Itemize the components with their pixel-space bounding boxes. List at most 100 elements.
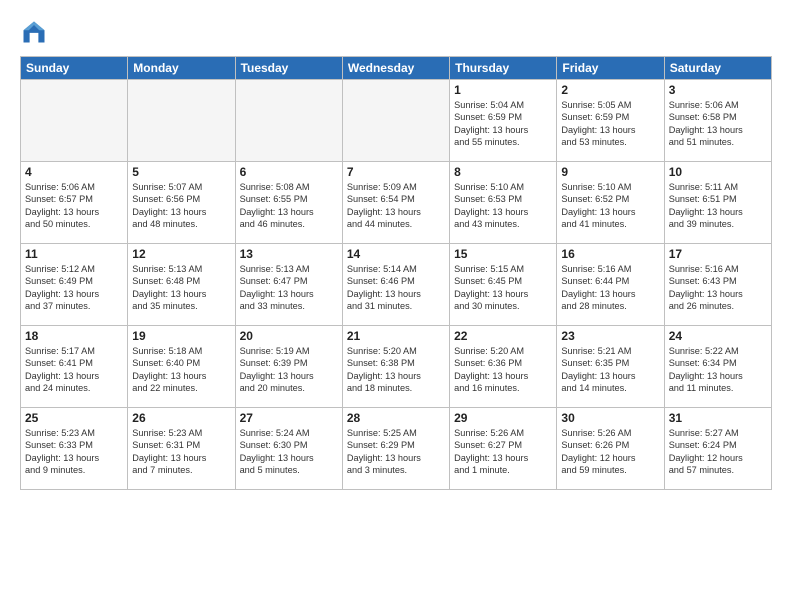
day-number: 3: [669, 83, 767, 97]
calendar-cell: 22Sunrise: 5:20 AMSunset: 6:36 PMDayligh…: [450, 326, 557, 408]
calendar-cell: 19 Sunrise: 5:18 AMSunset: 6:40 PMDayligh…: [128, 326, 235, 408]
calendar-day-header: Sunday: [21, 57, 128, 80]
calendar-week-row: 11Sunrise: 5:12 AMSunset: 6:49 PMDayligh…: [21, 244, 772, 326]
calendar-day-header: Friday: [557, 57, 664, 80]
calendar-cell: 30Sunrise: 5:26 AMSunset: 6:26 PMDayligh…: [557, 408, 664, 490]
cell-content: Sunrise: 5:10 AMSunset: 6:53 PMDaylight:…: [454, 181, 552, 231]
day-number: 24: [669, 329, 767, 343]
calendar: SundayMondayTuesdayWednesdayThursdayFrid…: [20, 56, 772, 490]
day-number: 13: [240, 247, 338, 261]
cell-content: Sunrise: 5:14 AMSunset: 6:46 PMDaylight:…: [347, 263, 445, 313]
day-number: 12: [132, 247, 230, 261]
day-number: 18: [25, 329, 123, 343]
day-number: 20: [240, 329, 338, 343]
calendar-week-row: 18 Sunrise: 5:17 AMSunset: 6:41 PMDayligh…: [21, 326, 772, 408]
cell-content: Sunrise: 5:27 AMSunset: 6:24 PMDaylight:…: [669, 427, 767, 477]
calendar-cell: 18 Sunrise: 5:17 AMSunset: 6:41 PMDayligh…: [21, 326, 128, 408]
day-number: 1: [454, 83, 552, 97]
calendar-cell: 31 Sunrise: 5:27 AMSunset: 6:24 PMDayligh…: [664, 408, 771, 490]
calendar-cell: 7 Sunrise: 5:09 AMSunset: 6:54 PMDaylight…: [342, 162, 449, 244]
cell-content: Sunrise: 5:25 AMSunset: 6:29 PMDaylight:…: [347, 427, 445, 477]
calendar-day-header: Wednesday: [342, 57, 449, 80]
day-number: 16: [561, 247, 659, 261]
day-number: 14: [347, 247, 445, 261]
calendar-cell: 1 Sunrise: 5:04 AMSunset: 6:59 PMDaylight…: [450, 80, 557, 162]
calendar-cell: 8 Sunrise: 5:10 AMSunset: 6:53 PMDaylight…: [450, 162, 557, 244]
day-number: 22: [454, 329, 552, 343]
day-number: 9: [561, 165, 659, 179]
calendar-cell: [342, 80, 449, 162]
cell-content: Sunrise: 5:23 AMSunset: 6:33 PMDaylight:…: [25, 427, 123, 477]
day-number: 25: [25, 411, 123, 425]
calendar-cell: 13Sunrise: 5:13 AMSunset: 6:47 PMDayligh…: [235, 244, 342, 326]
cell-content: Sunrise: 5:16 AMSunset: 6:43 PMDaylight:…: [669, 263, 767, 313]
cell-content: Sunrise: 5:07 AMSunset: 6:56 PMDaylight:…: [132, 181, 230, 231]
calendar-cell: 21 Sunrise: 5:20 AMSunset: 6:38 PMDayligh…: [342, 326, 449, 408]
day-number: 8: [454, 165, 552, 179]
cell-content: Sunrise: 5:17 AMSunset: 6:41 PMDaylight:…: [25, 345, 123, 395]
calendar-day-header: Thursday: [450, 57, 557, 80]
calendar-header-row: SundayMondayTuesdayWednesdayThursdayFrid…: [21, 57, 772, 80]
calendar-cell: [235, 80, 342, 162]
day-number: 19: [132, 329, 230, 343]
cell-content: Sunrise: 5:12 AMSunset: 6:49 PMDaylight:…: [25, 263, 123, 313]
day-number: 21: [347, 329, 445, 343]
calendar-cell: 2Sunrise: 5:05 AMSunset: 6:59 PMDaylight…: [557, 80, 664, 162]
day-number: 4: [25, 165, 123, 179]
logo: [20, 18, 52, 46]
day-number: 7: [347, 165, 445, 179]
cell-content: Sunrise: 5:06 AMSunset: 6:58 PMDaylight:…: [669, 99, 767, 149]
cell-content: Sunrise: 5:11 AMSunset: 6:51 PMDaylight:…: [669, 181, 767, 231]
day-number: 23: [561, 329, 659, 343]
calendar-cell: 16 Sunrise: 5:16 AMSunset: 6:44 PMDayligh…: [557, 244, 664, 326]
calendar-week-row: 1 Sunrise: 5:04 AMSunset: 6:59 PMDaylight…: [21, 80, 772, 162]
calendar-cell: [21, 80, 128, 162]
cell-content: Sunrise: 5:13 AMSunset: 6:48 PMDaylight:…: [132, 263, 230, 313]
day-number: 29: [454, 411, 552, 425]
calendar-cell: 4Sunrise: 5:06 AMSunset: 6:57 PMDaylight…: [21, 162, 128, 244]
calendar-cell: 11Sunrise: 5:12 AMSunset: 6:49 PMDayligh…: [21, 244, 128, 326]
cell-content: Sunrise: 5:20 AMSunset: 6:38 PMDaylight:…: [347, 345, 445, 395]
calendar-cell: 12 Sunrise: 5:13 AMSunset: 6:48 PMDayligh…: [128, 244, 235, 326]
cell-content: Sunrise: 5:26 AMSunset: 6:27 PMDaylight:…: [454, 427, 552, 477]
cell-content: Sunrise: 5:22 AMSunset: 6:34 PMDaylight:…: [669, 345, 767, 395]
cell-content: Sunrise: 5:16 AMSunset: 6:44 PMDaylight:…: [561, 263, 659, 313]
calendar-cell: 25 Sunrise: 5:23 AMSunset: 6:33 PMDayligh…: [21, 408, 128, 490]
cell-content: Sunrise: 5:23 AMSunset: 6:31 PMDaylight:…: [132, 427, 230, 477]
calendar-day-header: Tuesday: [235, 57, 342, 80]
calendar-cell: 15 Sunrise: 5:15 AMSunset: 6:45 PMDayligh…: [450, 244, 557, 326]
logo-icon: [20, 18, 48, 46]
header: [20, 18, 772, 46]
calendar-week-row: 4Sunrise: 5:06 AMSunset: 6:57 PMDaylight…: [21, 162, 772, 244]
cell-content: Sunrise: 5:09 AMSunset: 6:54 PMDaylight:…: [347, 181, 445, 231]
cell-content: Sunrise: 5:24 AMSunset: 6:30 PMDaylight:…: [240, 427, 338, 477]
day-number: 27: [240, 411, 338, 425]
calendar-cell: 3 Sunrise: 5:06 AMSunset: 6:58 PMDaylight…: [664, 80, 771, 162]
calendar-cell: 10 Sunrise: 5:11 AMSunset: 6:51 PMDayligh…: [664, 162, 771, 244]
cell-content: Sunrise: 5:04 AMSunset: 6:59 PMDaylight:…: [454, 99, 552, 149]
cell-content: Sunrise: 5:10 AMSunset: 6:52 PMDaylight:…: [561, 181, 659, 231]
calendar-cell: 23 Sunrise: 5:21 AMSunset: 6:35 PMDayligh…: [557, 326, 664, 408]
cell-content: Sunrise: 5:15 AMSunset: 6:45 PMDaylight:…: [454, 263, 552, 313]
day-number: 2: [561, 83, 659, 97]
calendar-cell: 24 Sunrise: 5:22 AMSunset: 6:34 PMDayligh…: [664, 326, 771, 408]
calendar-cell: 29 Sunrise: 5:26 AMSunset: 6:27 PMDayligh…: [450, 408, 557, 490]
cell-content: Sunrise: 5:08 AMSunset: 6:55 PMDaylight:…: [240, 181, 338, 231]
day-number: 28: [347, 411, 445, 425]
cell-content: Sunrise: 5:19 AMSunset: 6:39 PMDaylight:…: [240, 345, 338, 395]
day-number: 31: [669, 411, 767, 425]
calendar-cell: 26 Sunrise: 5:23 AMSunset: 6:31 PMDayligh…: [128, 408, 235, 490]
cell-content: Sunrise: 5:18 AMSunset: 6:40 PMDaylight:…: [132, 345, 230, 395]
day-number: 5: [132, 165, 230, 179]
calendar-cell: [128, 80, 235, 162]
day-number: 6: [240, 165, 338, 179]
cell-content: Sunrise: 5:26 AMSunset: 6:26 PMDaylight:…: [561, 427, 659, 477]
calendar-cell: 28 Sunrise: 5:25 AMSunset: 6:29 PMDayligh…: [342, 408, 449, 490]
day-number: 10: [669, 165, 767, 179]
day-number: 15: [454, 247, 552, 261]
day-number: 17: [669, 247, 767, 261]
calendar-cell: 27 Sunrise: 5:24 AMSunset: 6:30 PMDayligh…: [235, 408, 342, 490]
calendar-cell: 14 Sunrise: 5:14 AMSunset: 6:46 PMDayligh…: [342, 244, 449, 326]
cell-content: Sunrise: 5:21 AMSunset: 6:35 PMDaylight:…: [561, 345, 659, 395]
day-number: 26: [132, 411, 230, 425]
